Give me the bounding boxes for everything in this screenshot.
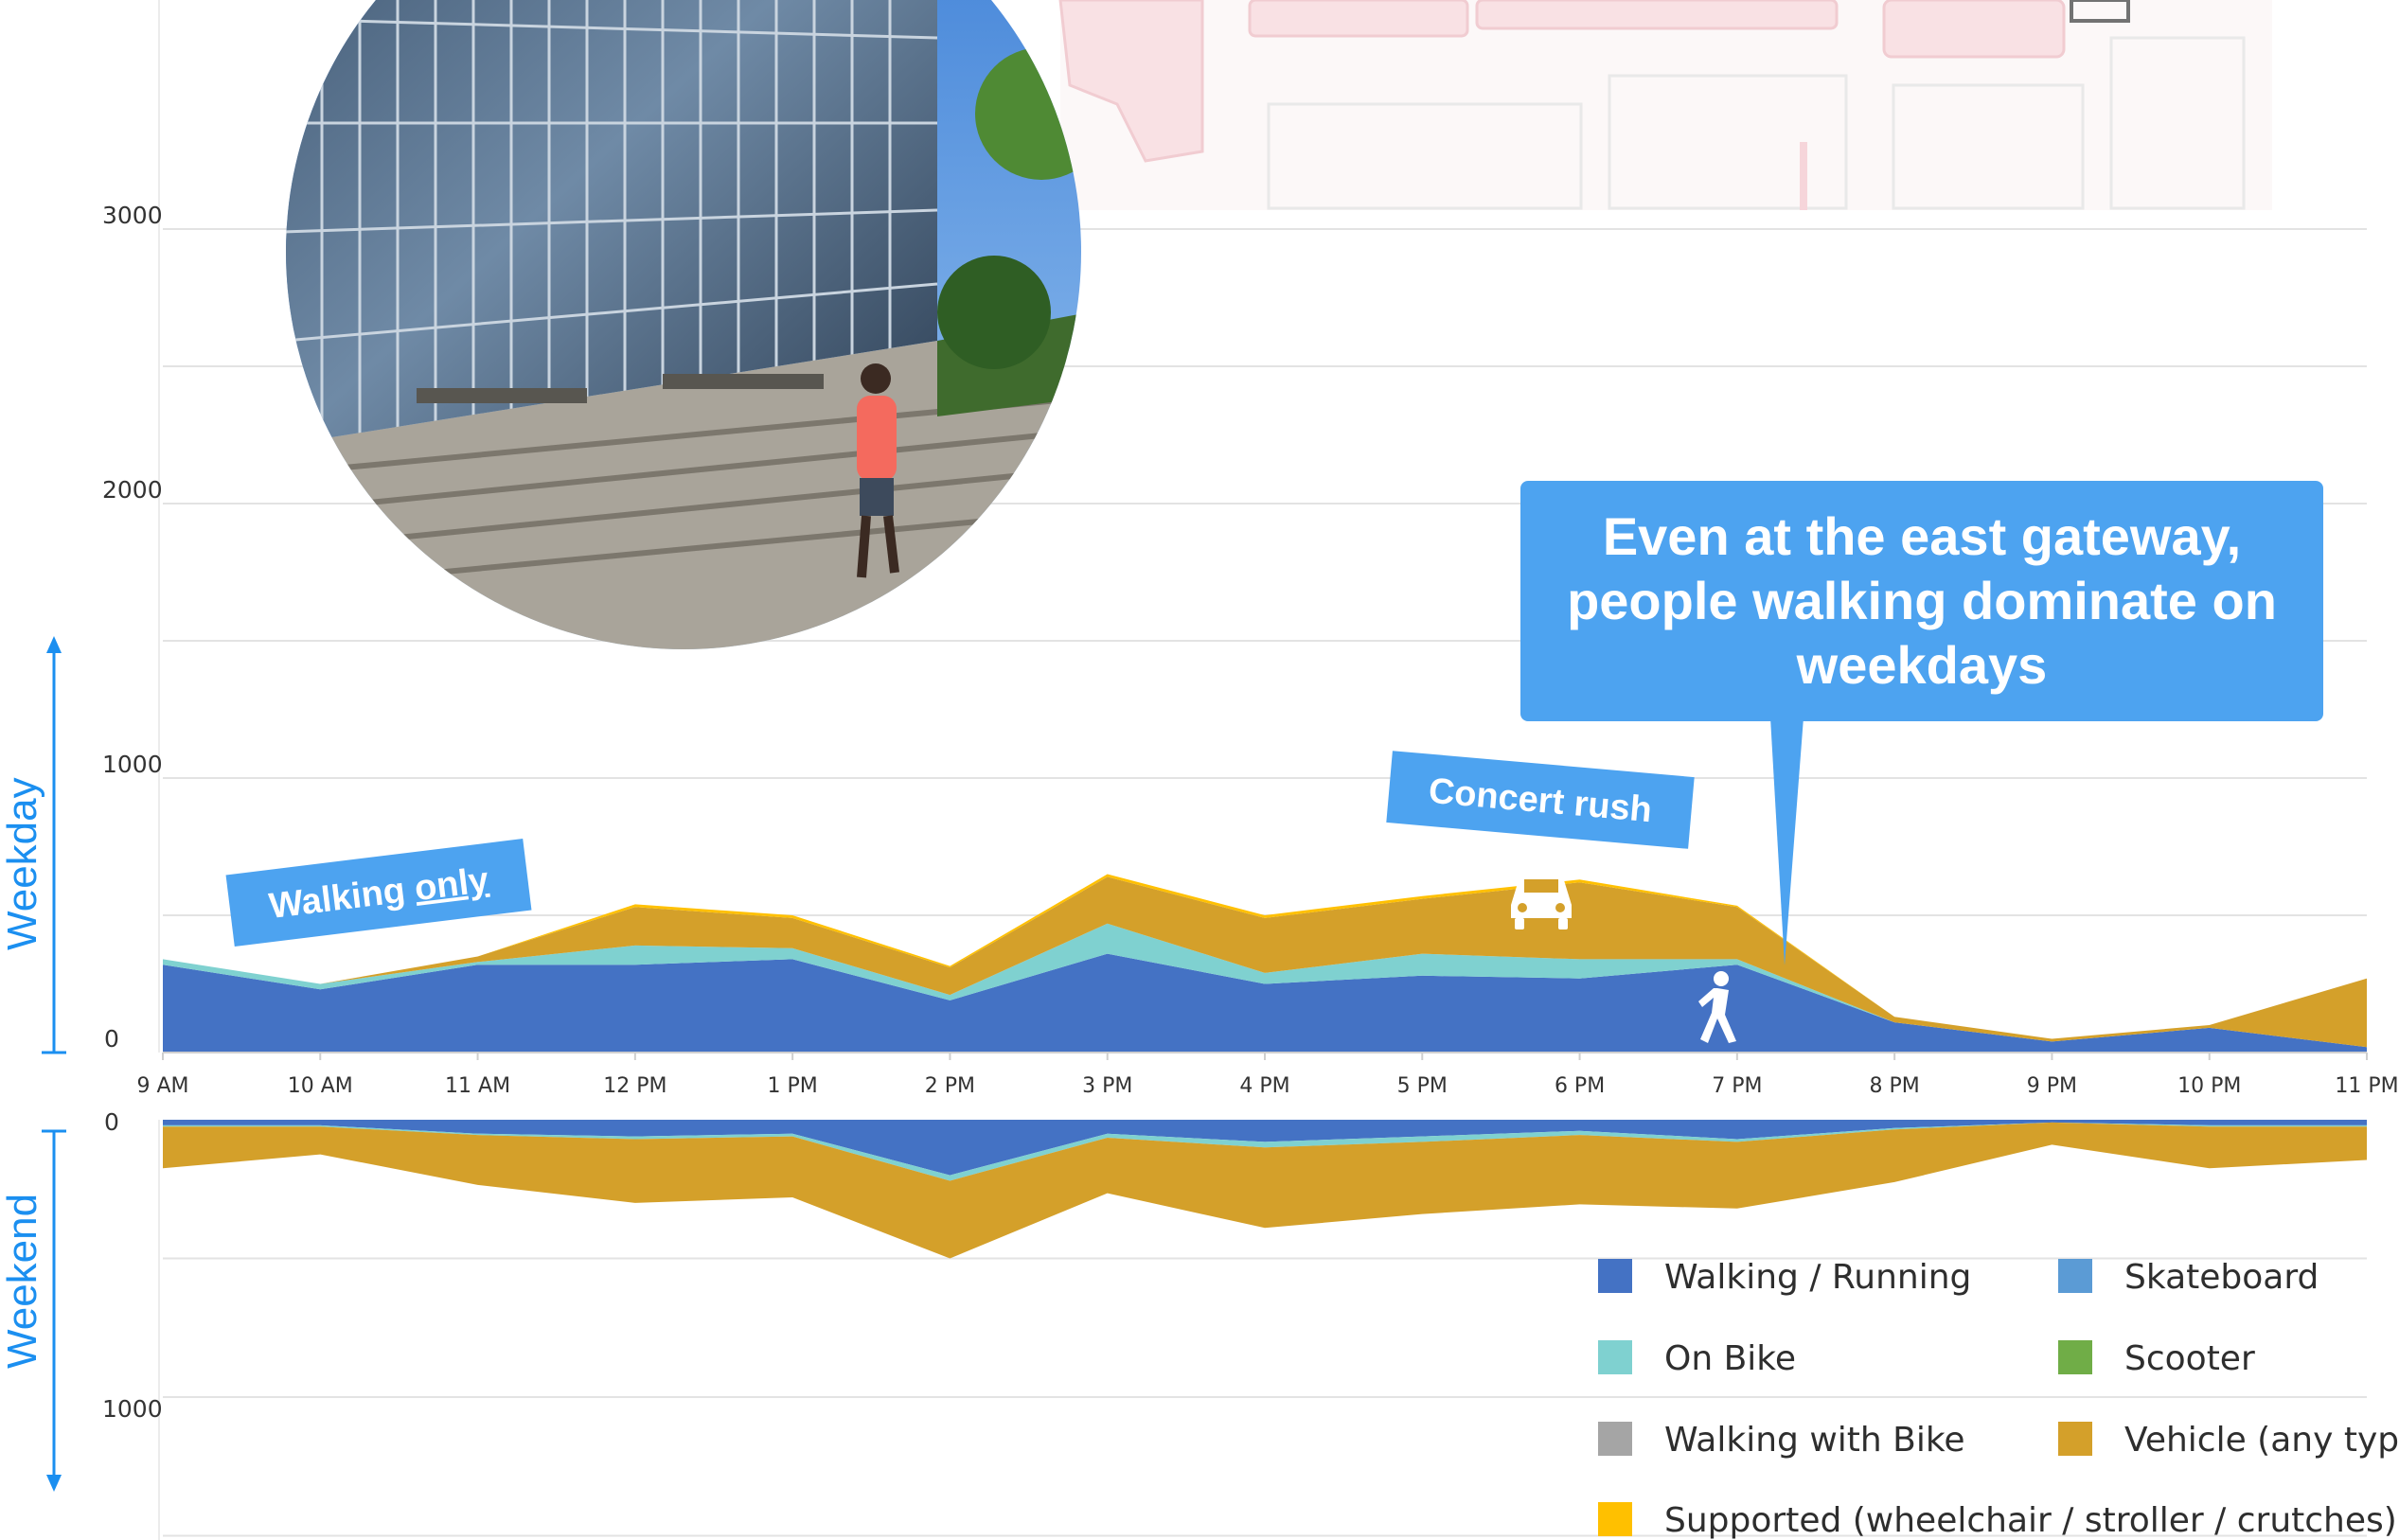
legend-label: Scooter <box>2124 1339 2255 1378</box>
x-tick-label: 11 AM <box>445 1074 510 1098</box>
callout-pointer <box>1770 717 1804 965</box>
legend-item: Supported (wheelchair / stroller / crutc… <box>1598 1501 2397 1540</box>
x-tick-label: 8 PM <box>1870 1074 1920 1098</box>
weekday-label: Weekday <box>0 777 45 950</box>
x-tick-label: 12 PM <box>603 1074 666 1098</box>
y-tick-label: 2000 <box>102 476 163 504</box>
weekend-label: Weekend <box>0 1194 45 1369</box>
x-tick-label: 9 PM <box>2027 1074 2077 1098</box>
campus-map <box>1058 0 2272 210</box>
legend-swatch <box>1598 1502 1632 1536</box>
legend-swatch <box>1598 1259 1632 1293</box>
legend-label: Walking with Bike <box>1664 1421 1965 1460</box>
callout-box: Even at the east gateway, people walking… <box>1520 481 2323 721</box>
legend-item: Walking / Running <box>1598 1258 1971 1297</box>
legend-swatch <box>2058 1422 2092 1456</box>
x-tick-label: 6 PM <box>1555 1074 1605 1098</box>
legend-item: Vehicle (any type) <box>2058 1421 2399 1460</box>
legend-label: Walking / Running <box>1664 1258 1971 1297</box>
concert-rush-tag: Concert rush <box>1386 751 1695 849</box>
x-tick-label: 10 PM <box>2177 1074 2241 1098</box>
legend-swatch <box>2058 1259 2092 1293</box>
building-photo <box>286 0 1081 649</box>
legend-label: Supported (wheelchair / stroller / crutc… <box>1664 1501 2397 1540</box>
y-tick-label: 0 <box>104 1108 119 1136</box>
x-tick-label: 5 PM <box>1397 1074 1448 1098</box>
walking-only-tag: Walking only <box>225 839 532 947</box>
traffic-chart: 9 AM 10 AM 11 AM 12 PM 1 PM 2 PM 3 PM 4 PM 5 PM 6… <box>0 0 2399 1540</box>
figure: 9 AM 10 AM 11 AM 12 PM 1 PM 2 PM 3 PM 4 PM 5 PM 6… <box>0 0 2399 1540</box>
y-tick-label: 1000 <box>102 1395 163 1423</box>
y-tick-label: 1000 <box>102 751 163 778</box>
legend-label: On Bike <box>1664 1339 1796 1378</box>
legend-swatch <box>1598 1422 1632 1456</box>
x-tick-label: 7 PM <box>1712 1074 1762 1098</box>
x-tick-label: 10 AM <box>288 1074 353 1098</box>
x-tick-label: 4 PM <box>1239 1074 1289 1098</box>
legend: Walking / Running Skateboard On Bike Scoote… <box>1598 1258 2399 1540</box>
x-tick-label: 3 PM <box>1082 1074 1132 1098</box>
weekday-axis: Weekday <box>0 636 66 1054</box>
legend-item: Skateboard <box>2058 1258 2319 1297</box>
legend-swatch <box>1598 1340 1632 1374</box>
x-tick-label: 11 PM <box>2335 1074 2398 1098</box>
y-tick-label: 0 <box>104 1025 119 1053</box>
legend-label: Skateboard <box>2124 1258 2319 1297</box>
legend-item: Walking with Bike <box>1598 1421 1965 1460</box>
y-tick-label: 3000 <box>102 202 163 229</box>
legend-item: Scooter <box>2058 1339 2255 1378</box>
x-tick-label: 2 PM <box>925 1074 975 1098</box>
weekend-axis: Weekend <box>0 1129 66 1492</box>
x-tick-label: 9 AM <box>136 1074 188 1098</box>
legend-item: On Bike <box>1598 1339 1796 1378</box>
legend-label: Vehicle (any type) <box>2124 1421 2399 1460</box>
x-tick-label: 1 PM <box>768 1074 818 1098</box>
legend-swatch <box>2058 1340 2092 1374</box>
